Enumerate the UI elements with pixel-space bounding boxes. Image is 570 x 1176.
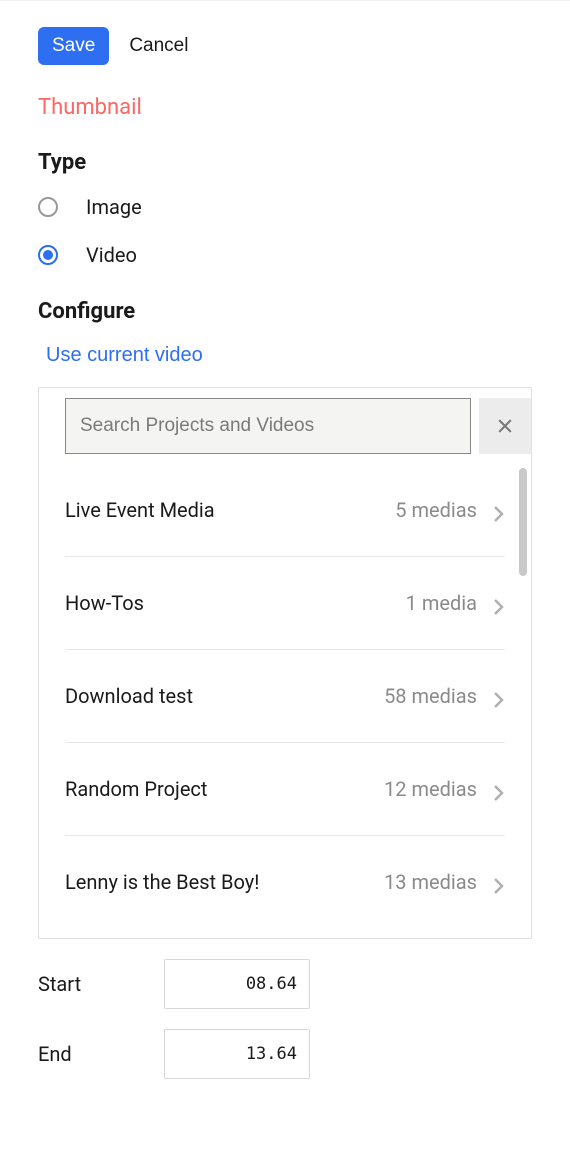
project-name: Random Project — [65, 777, 384, 801]
top-actions: Save Cancel — [38, 27, 532, 65]
project-count: 1 media — [406, 591, 477, 615]
project-count: 5 medias — [395, 498, 477, 522]
project-row[interactable]: Live Event Media 5 medias — [65, 464, 505, 557]
project-count: 58 medias — [384, 684, 477, 708]
type-radio-group: Image Video — [38, 195, 532, 267]
radio-label-video: Video — [86, 243, 137, 267]
project-row[interactable]: Random Project 12 medias — [65, 743, 505, 836]
search-input[interactable] — [65, 398, 471, 454]
start-time-row: Start — [38, 959, 532, 1009]
end-input[interactable] — [164, 1029, 310, 1079]
close-icon — [495, 416, 515, 436]
type-heading: Type — [38, 150, 532, 175]
project-count: 13 medias — [384, 870, 477, 894]
cancel-button[interactable]: Cancel — [129, 35, 188, 57]
scrollbar-thumb[interactable] — [519, 468, 527, 576]
project-count: 12 medias — [384, 777, 477, 801]
project-row[interactable]: How-Tos 1 media — [65, 557, 505, 650]
project-name: Live Event Media — [65, 498, 395, 522]
project-row[interactable]: Lenny is the Best Boy! 13 medias — [65, 836, 505, 928]
radio-input-image[interactable] — [38, 197, 58, 217]
radio-input-video[interactable] — [38, 245, 58, 265]
divider — [0, 0, 570, 1]
project-picker-panel: Live Event Media 5 medias How-Tos 1 medi… — [38, 387, 532, 939]
radio-row-image[interactable]: Image — [38, 195, 532, 219]
start-label: Start — [38, 972, 164, 996]
project-name: Download test — [65, 684, 384, 708]
radio-row-video[interactable]: Video — [38, 243, 532, 267]
start-input[interactable] — [164, 959, 310, 1009]
radio-label-image: Image — [86, 195, 142, 219]
use-current-video-link[interactable]: Use current video — [46, 344, 203, 367]
picker-header — [39, 388, 531, 464]
project-name: How-Tos — [65, 591, 406, 615]
chevron-right-icon — [493, 876, 505, 888]
configure-heading: Configure — [38, 299, 532, 324]
project-row[interactable]: Download test 58 medias — [65, 650, 505, 743]
chevron-right-icon — [493, 690, 505, 702]
thumbnail-heading: Thumbnail — [38, 95, 532, 120]
chevron-right-icon — [493, 597, 505, 609]
project-name: Lenny is the Best Boy! — [65, 870, 384, 894]
end-label: End — [38, 1042, 164, 1066]
chevron-right-icon — [493, 504, 505, 516]
save-button[interactable]: Save — [38, 27, 109, 65]
project-list: Live Event Media 5 medias How-Tos 1 medi… — [39, 464, 531, 938]
end-time-row: End — [38, 1029, 532, 1079]
clear-search-button[interactable] — [479, 398, 531, 454]
chevron-right-icon — [493, 783, 505, 795]
